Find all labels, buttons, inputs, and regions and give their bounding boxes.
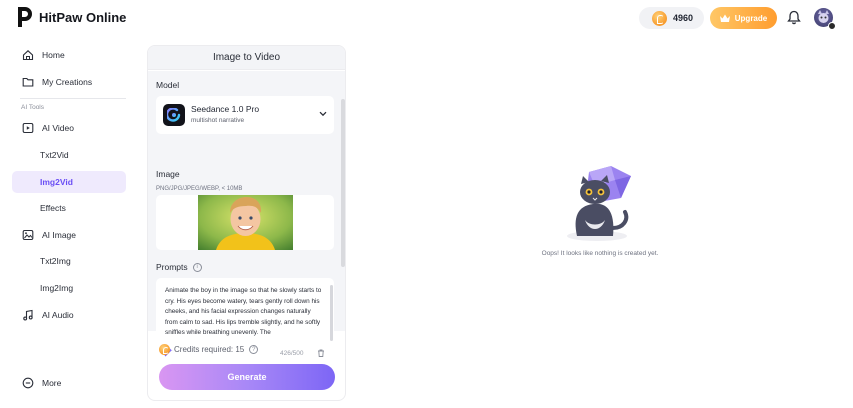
sidebar-item-ai-audio[interactable]: AI Audio	[12, 304, 126, 326]
folder-icon	[22, 76, 34, 88]
sidebar-item-label: Txt2Img	[40, 256, 71, 266]
prompt-scrollbar[interactable]	[330, 285, 333, 341]
more-icon	[22, 377, 34, 389]
image-to-video-panel: Image to Video Model Seedance 1.0 Pro mu…	[147, 45, 346, 401]
image-upload-area[interactable]	[156, 195, 334, 250]
coin-icon	[159, 344, 170, 355]
coin-icon	[652, 10, 667, 26]
sidebar-item-img2vid[interactable]: Img2Vid	[12, 171, 126, 193]
crown-icon	[719, 14, 730, 22]
empty-state-cat-illustration	[567, 166, 631, 241]
sidebar-item-txt2vid[interactable]: Txt2Vid	[12, 144, 126, 166]
section-label-ai-tools: AI Tools	[21, 104, 45, 111]
video-icon	[22, 122, 34, 134]
generate-button[interactable]: Generate	[159, 364, 335, 390]
app-logo[interactable]: HitPaw Online	[16, 7, 126, 27]
image-icon	[22, 229, 34, 241]
sidebar-item-label: More	[42, 378, 62, 388]
sidebar-item-home[interactable]: Home	[12, 44, 126, 66]
info-icon[interactable]: i	[192, 262, 202, 272]
model-label: Model	[156, 80, 180, 90]
bell-icon[interactable]	[787, 10, 801, 25]
panel-scrollbar[interactable]	[341, 99, 345, 267]
sidebar-item-label: AI Video	[42, 123, 74, 133]
prompt-text[interactable]: Animate the boy in the image so that he …	[165, 286, 325, 339]
sidebar-item-effects[interactable]: Effects	[12, 197, 126, 219]
prompt-char-counter: 426/500	[280, 350, 304, 357]
boy-portrait-image	[198, 195, 293, 250]
uploaded-image-thumbnail[interactable]	[198, 195, 293, 250]
sidebar-divider	[20, 98, 126, 99]
user-avatar[interactable]	[814, 8, 836, 30]
sidebar-item-label: AI Image	[42, 230, 77, 240]
trash-icon[interactable]	[317, 349, 325, 357]
sidebar-item-ai-image[interactable]: AI Image	[12, 224, 126, 246]
sidebar-item-label: Home	[42, 50, 65, 60]
empty-state-message: Oops! It looks like nothing is created y…	[541, 250, 659, 257]
credits-required-text: Credits required: 15	[174, 345, 245, 354]
credits-required: Credits required: 15 ?	[159, 344, 259, 355]
model-description: multishot narrative	[191, 117, 245, 124]
prompts-label-row: Prompts i	[156, 262, 202, 272]
sidebar-item-my-creations[interactable]: My Creations	[12, 71, 126, 93]
model-select[interactable]: Seedance 1.0 Pro multishot narrative	[156, 96, 334, 134]
sidebar: Home My Creations AI Tools AI Video Txt2…	[0, 36, 140, 408]
upgrade-button[interactable]: Upgrade	[710, 7, 777, 29]
sidebar-item-img2img[interactable]: Img2Img	[12, 277, 126, 299]
prompts-label: Prompts	[156, 262, 188, 272]
home-icon	[22, 49, 34, 61]
chevron-down-icon	[319, 111, 327, 117]
credits-balance[interactable]: 4960	[639, 7, 704, 29]
sidebar-item-more[interactable]: More	[12, 372, 126, 394]
model-name: Seedance 1.0 Pro	[191, 104, 260, 114]
hitpaw-logo-icon	[18, 7, 32, 27]
panel-title: Image to Video	[148, 46, 345, 70]
music-icon	[22, 309, 34, 321]
image-label: Image	[156, 169, 180, 179]
sidebar-item-label: AI Audio	[42, 310, 74, 320]
credits-count: 4960	[673, 13, 694, 23]
avatar-badge	[828, 22, 836, 30]
image-format-hint: PNG/JPG/JPEG/WEBP, < 10MB	[156, 186, 243, 192]
app-name: HitPaw Online	[39, 9, 127, 25]
sidebar-item-label: Txt2Vid	[40, 150, 69, 160]
sidebar-item-ai-video[interactable]: AI Video	[12, 117, 126, 139]
help-icon[interactable]: ?	[249, 345, 259, 354]
panel-body: Model Seedance 1.0 Pro multishot narrati…	[148, 71, 345, 358]
sidebar-item-label: Img2Vid	[40, 177, 73, 187]
sidebar-item-txt2img[interactable]: Txt2Img	[12, 250, 126, 272]
sidebar-item-label: Effects	[40, 203, 66, 213]
upgrade-label: Upgrade	[734, 13, 768, 23]
seedance-model-icon	[163, 104, 185, 126]
top-bar: HitPaw Online 4960 Upgrade	[0, 0, 853, 36]
sidebar-item-label: Img2Img	[40, 283, 74, 293]
sidebar-item-label: My Creations	[42, 77, 93, 87]
